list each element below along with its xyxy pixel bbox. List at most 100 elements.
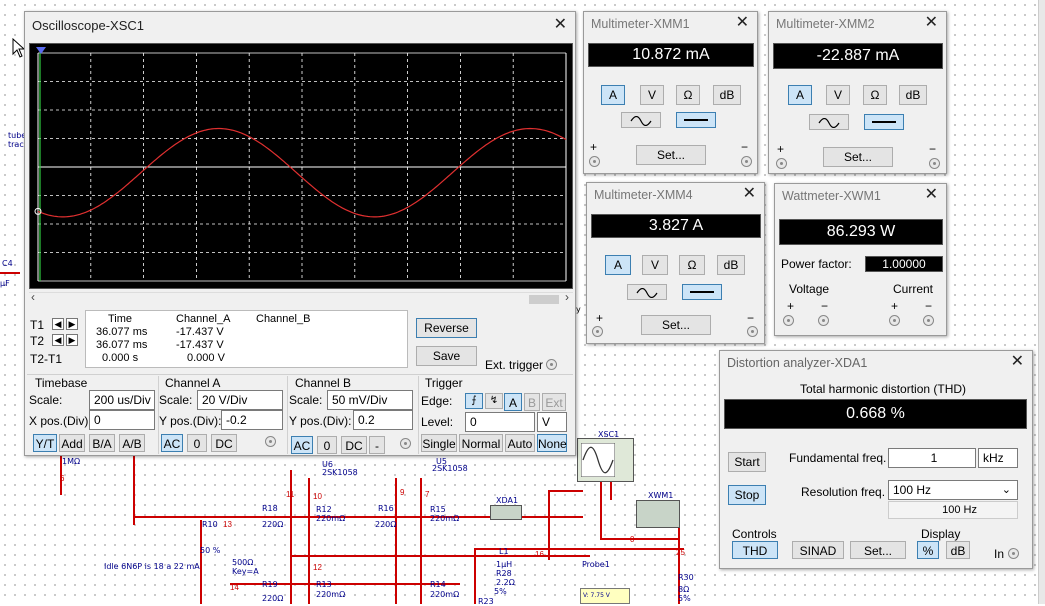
dc-mode-icon[interactable] (682, 284, 722, 300)
thd-button[interactable]: THD (732, 541, 778, 559)
channel-a-ypos-field[interactable]: -0.2 (221, 410, 283, 430)
mode-ba-button[interactable]: B/A (89, 434, 115, 452)
reverse-button[interactable]: Reverse (416, 318, 477, 338)
channel-a-ac-button[interactable]: AC (161, 434, 183, 452)
channel-b-scale-field[interactable]: 50 mV/Div (327, 390, 413, 410)
ext-trigger-terminal[interactable] (546, 359, 557, 370)
mode-a-button[interactable]: A (601, 85, 625, 105)
rising-edge-icon[interactable]: ⨍ (465, 393, 483, 409)
display-db-button[interactable]: dB (946, 541, 970, 559)
trigger-source-ext-button[interactable]: Ext (542, 393, 566, 411)
oscilloscope-window[interactable]: Oscilloscope-XSC1 ✕ ‹ › T1 T2 T2-T1 ◀ ▶ … (24, 11, 576, 456)
ac-mode-icon[interactable] (627, 284, 667, 300)
mode-ohm-button[interactable]: Ω (679, 255, 705, 275)
mode-ohm-button[interactable]: Ω (863, 85, 887, 105)
mode-db-button[interactable]: dB (899, 85, 927, 105)
minus-terminal[interactable] (747, 326, 758, 337)
plus-terminal[interactable] (589, 156, 600, 167)
start-button[interactable]: Start (728, 452, 766, 472)
mode-a-button[interactable]: A (605, 255, 631, 275)
wattmeter-component[interactable] (636, 500, 680, 528)
mode-v-button[interactable]: V (826, 85, 850, 105)
channel-b-ypos-field[interactable]: 0.2 (353, 410, 413, 430)
minus-terminal[interactable] (929, 158, 940, 169)
sinad-button[interactable]: SINAD (792, 541, 844, 559)
t2-right-arrow-icon[interactable]: ▶ (66, 334, 78, 346)
channel-b-terminal[interactable] (400, 438, 411, 449)
vertical-scrollbar[interactable] (1038, 0, 1045, 604)
input-terminal[interactable] (1008, 548, 1019, 559)
distortion-analyzer-component[interactable] (490, 505, 522, 520)
trigger-single-button[interactable]: Single (421, 434, 457, 452)
mode-db-button[interactable]: dB (713, 85, 741, 105)
trigger-source-b-button[interactable]: B (524, 393, 540, 411)
mode-db-button[interactable]: dB (717, 255, 745, 275)
multimeter-xmm1-window[interactable]: Multimeter-XMM1 ✕ 10.872 mA A V Ω dB + S… (583, 11, 758, 174)
multimeter-xmm2-window[interactable]: Multimeter-XMM2 ✕ -22.887 mA A V Ω dB + … (768, 11, 947, 174)
scroll-right-icon[interactable]: › (565, 290, 569, 304)
t2-left-arrow-icon[interactable]: ◀ (52, 334, 64, 346)
set-button[interactable]: Set... (823, 147, 893, 167)
mode-v-button[interactable]: V (640, 85, 664, 105)
resolution-freq-select[interactable]: 100 Hz ⌄ (888, 480, 1018, 500)
scroll-thumb[interactable] (529, 295, 559, 304)
ac-mode-icon[interactable] (809, 114, 849, 130)
mode-ab-button[interactable]: A/B (119, 434, 145, 452)
trigger-none-button[interactable]: None (537, 434, 567, 452)
oscilloscope-component[interactable] (577, 438, 634, 482)
dc-mode-icon[interactable] (864, 114, 904, 130)
current-plus-terminal[interactable] (889, 315, 900, 326)
wattmeter-xwm1-window[interactable]: Wattmeter-XWM1 ✕ 86.293 W Power factor: … (774, 183, 947, 336)
close-icon[interactable]: ✕ (925, 14, 938, 32)
channel-b-minus-button[interactable]: - (369, 436, 385, 454)
mode-v-button[interactable]: V (642, 255, 668, 275)
save-button[interactable]: Save (416, 346, 477, 366)
current-minus-terminal[interactable] (923, 315, 934, 326)
channel-a-dc-button[interactable]: DC (211, 434, 237, 452)
trigger-source-a-button[interactable]: A (504, 393, 522, 411)
set-button[interactable]: Set... (636, 145, 706, 165)
settings-button[interactable]: Set... (850, 541, 906, 559)
chevron-down-icon[interactable]: ⌄ (1002, 481, 1011, 499)
channel-a-scale-field[interactable]: 20 V/Div (197, 390, 283, 410)
t1-right-arrow-icon[interactable]: ▶ (66, 318, 78, 330)
voltage-plus-terminal[interactable] (783, 315, 794, 326)
channel-b-zero-button[interactable]: 0 (317, 436, 337, 454)
close-icon[interactable]: ✕ (925, 186, 938, 204)
fundamental-freq-field[interactable]: 1 (888, 448, 976, 468)
plus-terminal[interactable] (776, 158, 787, 169)
multimeter-xmm4-window[interactable]: Multimeter-XMM4 ✕ 3.827 A A V Ω dB + Set… (586, 182, 765, 344)
falling-edge-icon[interactable]: ↯ (485, 393, 503, 409)
minus-terminal[interactable] (741, 156, 752, 167)
mode-ohm-button[interactable]: Ω (676, 85, 700, 105)
channel-a-zero-button[interactable]: 0 (187, 434, 207, 452)
channel-b-ac-button[interactable]: AC (291, 436, 313, 454)
plus-terminal[interactable] (592, 326, 603, 337)
close-icon[interactable]: ✕ (743, 185, 756, 203)
close-icon[interactable]: ✕ (1011, 353, 1024, 371)
trigger-level-field[interactable]: 0 (465, 412, 535, 432)
channel-b-dc-button[interactable]: DC (341, 436, 367, 454)
fundamental-freq-unit[interactable]: kHz (978, 448, 1018, 468)
horizontal-scrollbar[interactable]: ‹ › (29, 290, 573, 305)
stop-button[interactable]: Stop (728, 485, 766, 505)
ac-mode-icon[interactable] (621, 112, 661, 128)
mode-add-button[interactable]: Add (59, 434, 85, 452)
scroll-left-icon[interactable]: ‹ (31, 290, 35, 304)
mode-yt-button[interactable]: Y/T (33, 434, 57, 452)
distortion-analyzer-window[interactable]: Distortion analyzer-XDA1 ✕ Total harmoni… (719, 350, 1033, 569)
voltage-minus-terminal[interactable] (818, 315, 829, 326)
timebase-xpos-field[interactable]: 0 (89, 410, 155, 430)
trigger-level-unit[interactable]: V (537, 412, 567, 432)
close-icon[interactable]: ✕ (736, 14, 749, 32)
dc-mode-icon[interactable] (676, 112, 716, 128)
channel-a-terminal[interactable] (265, 436, 276, 447)
close-icon[interactable]: ✕ (554, 16, 567, 34)
t1-left-arrow-icon[interactable]: ◀ (52, 318, 64, 330)
mode-a-button[interactable]: A (788, 85, 812, 105)
set-button[interactable]: Set... (641, 315, 711, 335)
trigger-normal-button[interactable]: Normal (459, 434, 503, 452)
timebase-scale-field[interactable]: 200 us/Div (89, 390, 155, 410)
scope-screen[interactable] (29, 43, 573, 289)
trigger-auto-button[interactable]: Auto (505, 434, 535, 452)
